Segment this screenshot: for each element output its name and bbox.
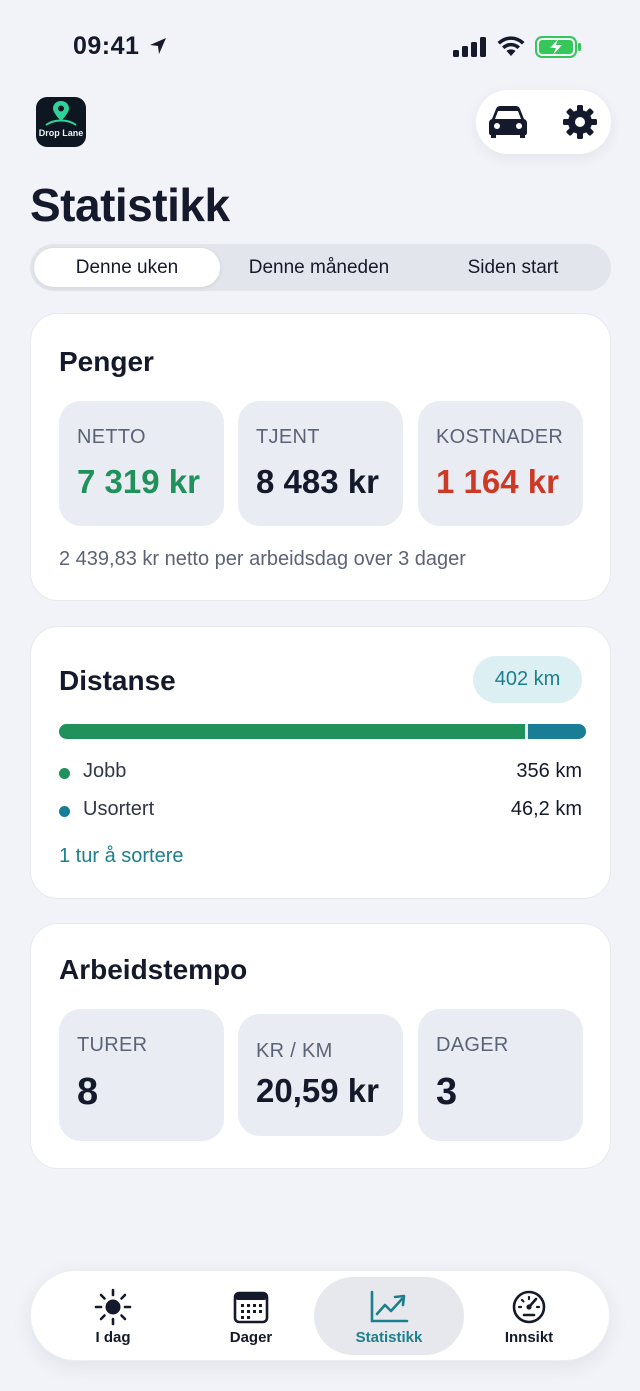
settings-button[interactable] xyxy=(558,100,602,144)
tab-label: Dager xyxy=(229,1329,273,1346)
battery-charging-icon xyxy=(535,36,581,58)
tab-today[interactable]: I dag xyxy=(38,1277,188,1355)
tab-label: Statistikk xyxy=(355,1329,423,1346)
distance-card: Distanse 402 km Jobb 356 km Usortert 46,… xyxy=(30,626,611,899)
distance-total-badge: 402 km xyxy=(473,656,582,703)
net-per-day-note: 2 439,83 kr netto per arbeidsdag over 3 … xyxy=(59,548,466,570)
app-logo: Drop Lane xyxy=(36,97,86,147)
vehicle-button[interactable] xyxy=(484,100,532,144)
calendar-icon xyxy=(231,1289,271,1325)
legend-label: Jobb xyxy=(83,760,127,782)
legend-row-work: Jobb 356 km xyxy=(59,760,582,786)
status-time: 09:41 xyxy=(73,32,140,60)
car-icon xyxy=(489,106,527,138)
net-label: NETTO xyxy=(77,426,146,448)
map-pin-icon xyxy=(45,101,77,126)
tab-label: Innsikt xyxy=(504,1329,554,1346)
costs-value: 1 164 kr xyxy=(436,463,559,500)
location-arrow-icon xyxy=(150,38,166,54)
tab-days[interactable]: Dager xyxy=(176,1277,326,1355)
gauge-icon xyxy=(509,1289,549,1325)
page-title: Statistikk xyxy=(30,179,230,231)
unsorted-dot-icon xyxy=(59,806,70,817)
work-pace-card-title: Arbeidstempo xyxy=(59,954,248,985)
bottom-tab-bar: I dag Dager Statistikk Innsikt xyxy=(30,1270,610,1361)
legend-value: 46,2 km xyxy=(510,798,582,820)
legend-row-unsorted: Usortert 46,2 km xyxy=(59,798,582,824)
period-tab-since-start[interactable]: Siden start xyxy=(418,248,608,287)
kr-per-km-tile: KR / KM 20,59 kr xyxy=(238,1014,403,1136)
status-bar: 09:41 xyxy=(0,0,640,90)
sun-icon xyxy=(93,1288,133,1326)
distance-bar-work xyxy=(59,724,525,739)
trips-tile: TURER 8 xyxy=(59,1009,224,1141)
earned-label: TJENT xyxy=(256,426,320,448)
days-label: DAGER xyxy=(436,1034,509,1056)
costs-tile: KOSTNADER 1 164 kr xyxy=(418,401,583,526)
gear-icon xyxy=(563,105,597,139)
wifi-icon xyxy=(497,36,525,56)
legend-value: 356 km xyxy=(516,760,582,782)
period-tab-this-month[interactable]: Denne måneden xyxy=(222,248,416,287)
tab-label: I dag xyxy=(95,1329,131,1346)
distance-card-title: Distanse xyxy=(59,665,176,696)
sort-trips-link[interactable]: 1 tur å sortere xyxy=(59,845,184,868)
tab-insights[interactable]: Innsikt xyxy=(454,1277,604,1355)
trips-label: TURER xyxy=(77,1034,148,1056)
tab-statistics[interactable]: Statistikk xyxy=(314,1277,464,1355)
cellular-signal-icon xyxy=(453,37,486,57)
kr-per-km-value: 20,59 kr xyxy=(256,1072,379,1109)
days-tile: DAGER 3 xyxy=(418,1009,583,1141)
days-value: 3 xyxy=(436,1071,458,1113)
period-tab-this-week[interactable]: Denne uken xyxy=(34,248,220,287)
distance-split-bar xyxy=(59,724,586,739)
trips-value: 8 xyxy=(77,1071,99,1113)
logo-text: Drop Lane xyxy=(38,128,84,138)
chart-icon xyxy=(369,1289,409,1325)
money-card: Penger NETTO 7 319 kr TJENT 8 483 kr KOS… xyxy=(30,313,611,601)
costs-label: KOSTNADER xyxy=(436,426,564,448)
work-dot-icon xyxy=(59,768,70,779)
kr-per-km-label: KR / KM xyxy=(256,1040,333,1062)
earned-tile: TJENT 8 483 kr xyxy=(238,401,403,526)
net-tile: NETTO 7 319 kr xyxy=(59,401,224,526)
earned-value: 8 483 kr xyxy=(256,463,379,500)
header-actions xyxy=(476,90,611,154)
money-card-title: Penger xyxy=(59,346,154,377)
period-selector: Denne uken Denne måneden Siden start xyxy=(30,244,611,291)
work-pace-card: Arbeidstempo TURER 8 KR / KM 20,59 kr DA… xyxy=(30,923,611,1169)
legend-label: Usortert xyxy=(83,798,155,820)
net-value: 7 319 kr xyxy=(77,463,200,500)
distance-bar-unsorted xyxy=(528,724,586,739)
